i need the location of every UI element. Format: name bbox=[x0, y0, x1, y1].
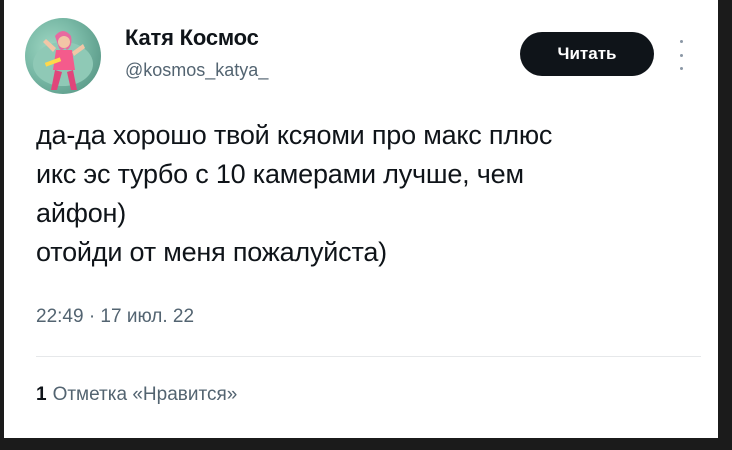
tweet-text-line: да-да хорошо твой ксяоми про макс плюс bbox=[36, 120, 553, 150]
vertical-ellipsis-icon[interactable] bbox=[676, 40, 686, 70]
author-handle[interactable]: @kosmos_katya_ bbox=[125, 60, 268, 81]
ellipsis-dot bbox=[679, 40, 683, 43]
profile-photo-icon bbox=[33, 31, 93, 90]
tweet-text: да-да хорошо твой ксяоми про макс плюс и… bbox=[36, 116, 706, 272]
frame-bottom-border bbox=[0, 438, 732, 450]
tweet-timestamp[interactable]: 22:49 · 17 июл. 22 bbox=[36, 306, 194, 328]
likes-stat[interactable]: 1 Отметка «Нравится» bbox=[36, 384, 237, 406]
tweet-text-line: икс эс турбо с 10 камерами лучше, чем bbox=[36, 159, 524, 189]
tweet-text-line: отойди от меня пожалуйста) bbox=[36, 237, 387, 267]
ellipsis-dot bbox=[679, 53, 683, 57]
likes-count: 1 bbox=[36, 384, 47, 405]
divider bbox=[36, 356, 701, 357]
tweet-card: Катя Космос @kosmos_katya_ Читать да-да … bbox=[4, 0, 718, 438]
likes-label: Отметка «Нравится» bbox=[52, 384, 238, 405]
ellipsis-dot bbox=[679, 67, 683, 70]
author-name[interactable]: Катя Космос bbox=[125, 25, 259, 51]
frame-right-border bbox=[718, 0, 732, 450]
tweet-text-line: айфон) bbox=[36, 198, 127, 228]
follow-button[interactable]: Читать bbox=[520, 32, 654, 76]
avatar[interactable] bbox=[25, 18, 101, 94]
